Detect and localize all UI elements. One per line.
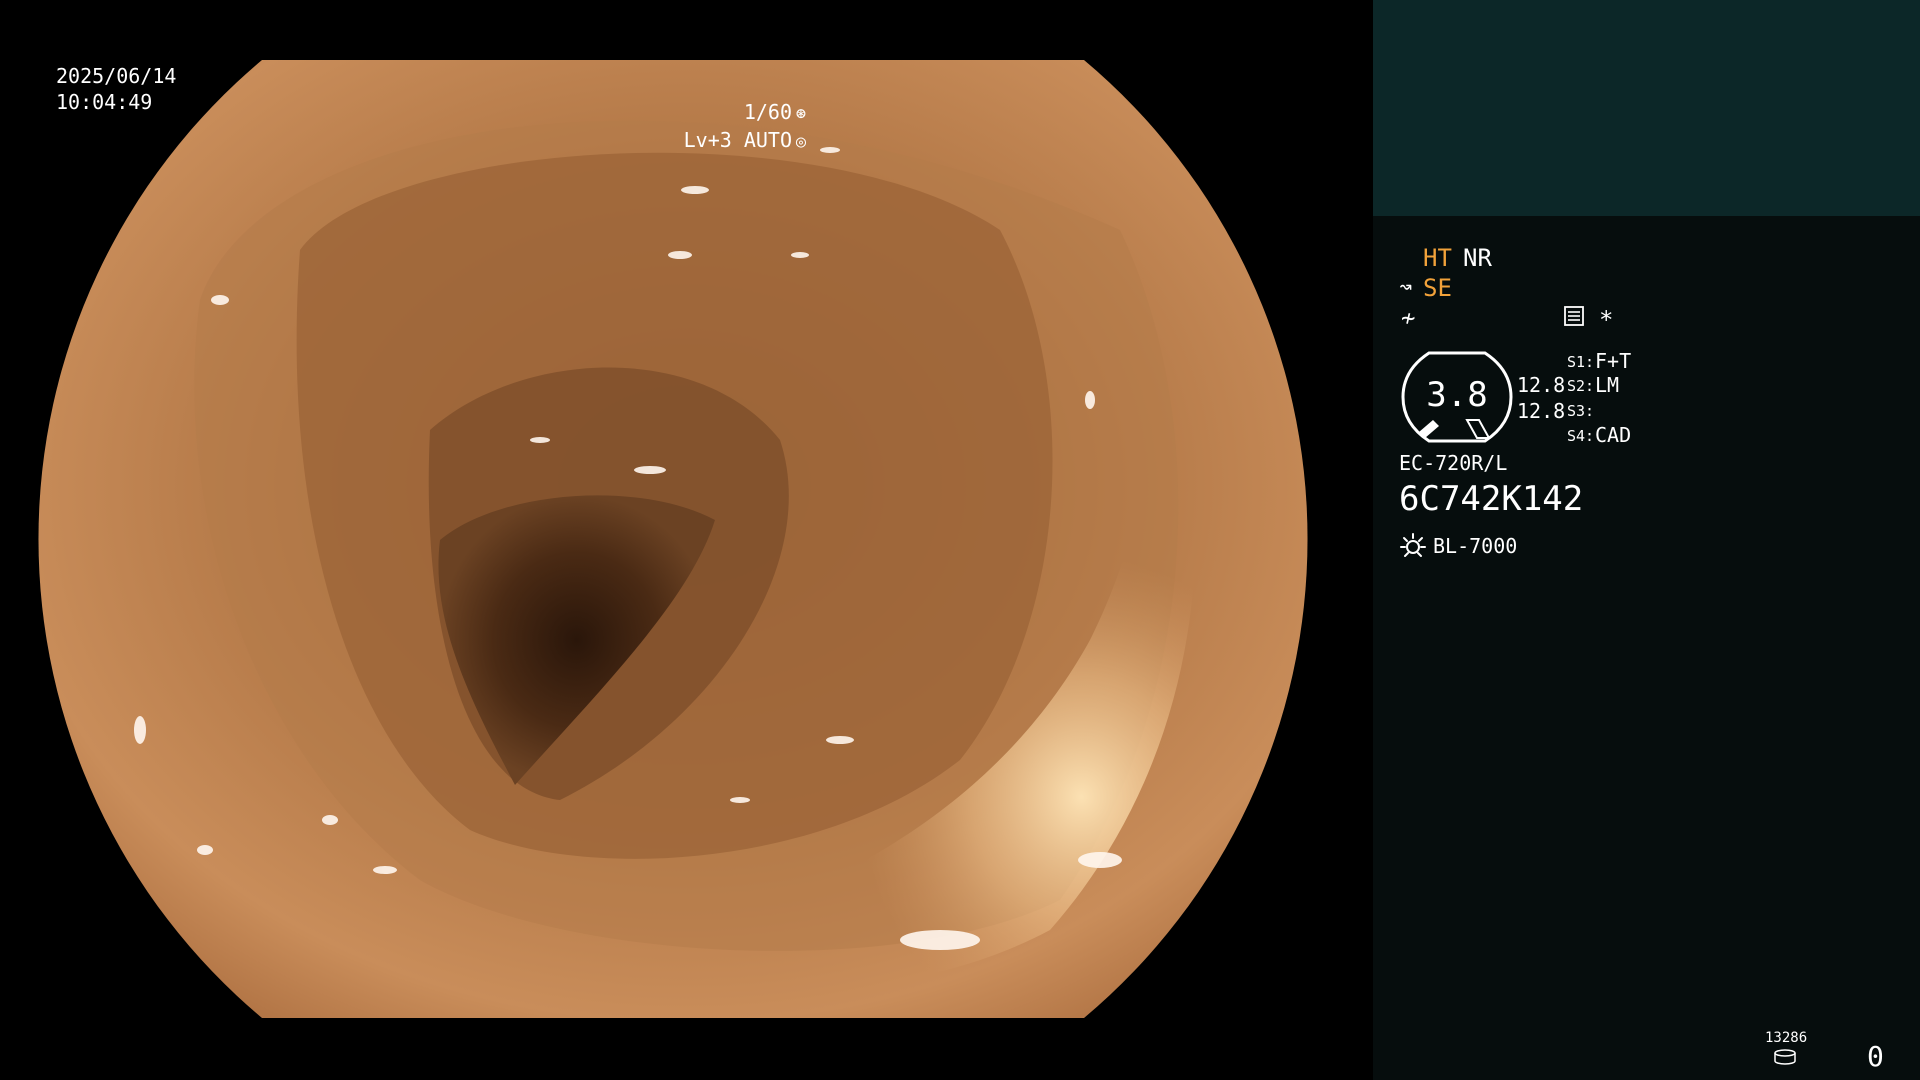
switch-2-value: LM <box>1595 373 1620 397</box>
ht-indicator: HT <box>1423 244 1452 272</box>
storage-icon <box>1774 1049 1796 1065</box>
switch-2-label: S2: <box>1567 377 1595 395</box>
iris-icon: ⊛ <box>795 104 807 124</box>
info-panel: HT NR ↝ SE ≁ * 3.8 12.8 12.8 S1: F+T S2:… <box>1373 0 1920 1080</box>
colon-lumen-image <box>38 60 1308 1018</box>
scope-serial: 6C742K142 <box>1399 479 1584 519</box>
record-settings-icon <box>1564 306 1584 326</box>
endoscopy-screen: 2025/06/14 10:04:49 1/60 ⊛ Lv+3 AUTO ◎ HT … <box>0 0 1920 1080</box>
auto-brightness-icon: ◎ <box>795 132 807 152</box>
freeze-icon: ≁ <box>1401 304 1416 332</box>
switch-4-value: CAD <box>1595 423 1632 447</box>
shutter-speed: 1/60 ⊛ <box>744 98 810 128</box>
gauge-value: 3.8 <box>1426 375 1488 415</box>
brightness-level-value: Lv+3 AUTO <box>683 128 792 152</box>
light-source-model: BL-7000 <box>1433 534 1518 558</box>
switch-1-value: F+T <box>1595 349 1632 373</box>
exam-date: 2025/06/14 <box>56 64 177 88</box>
scope-model: EC-720R/L <box>1399 451 1508 475</box>
light-source-icon <box>1400 533 1426 557</box>
structure-enhance-icon: ↝ <box>1399 275 1413 300</box>
exam-time: 10:04:49 <box>56 90 153 114</box>
endoscope-view: 2025/06/14 10:04:49 1/60 ⊛ Lv+3 AUTO ◎ <box>0 0 1372 1080</box>
capture-count: 0 <box>1867 1040 1884 1073</box>
brightness-level: Lv+3 AUTO ◎ <box>684 126 810 156</box>
gauge-side-value-2: 12.8 <box>1517 399 1566 423</box>
switch-4-label: S4: <box>1567 427 1595 445</box>
nr-indicator: NR <box>1463 244 1492 272</box>
shutter-speed-value: 1/60 <box>743 100 792 124</box>
image-counter: 13286 <box>1765 1030 1808 1046</box>
switch-3-label: S3: <box>1567 402 1595 420</box>
capture-indicator: * <box>1599 306 1614 334</box>
patient-info-area <box>1373 0 1920 216</box>
se-indicator: SE <box>1423 274 1452 302</box>
switch-1-label: S1: <box>1567 353 1595 371</box>
